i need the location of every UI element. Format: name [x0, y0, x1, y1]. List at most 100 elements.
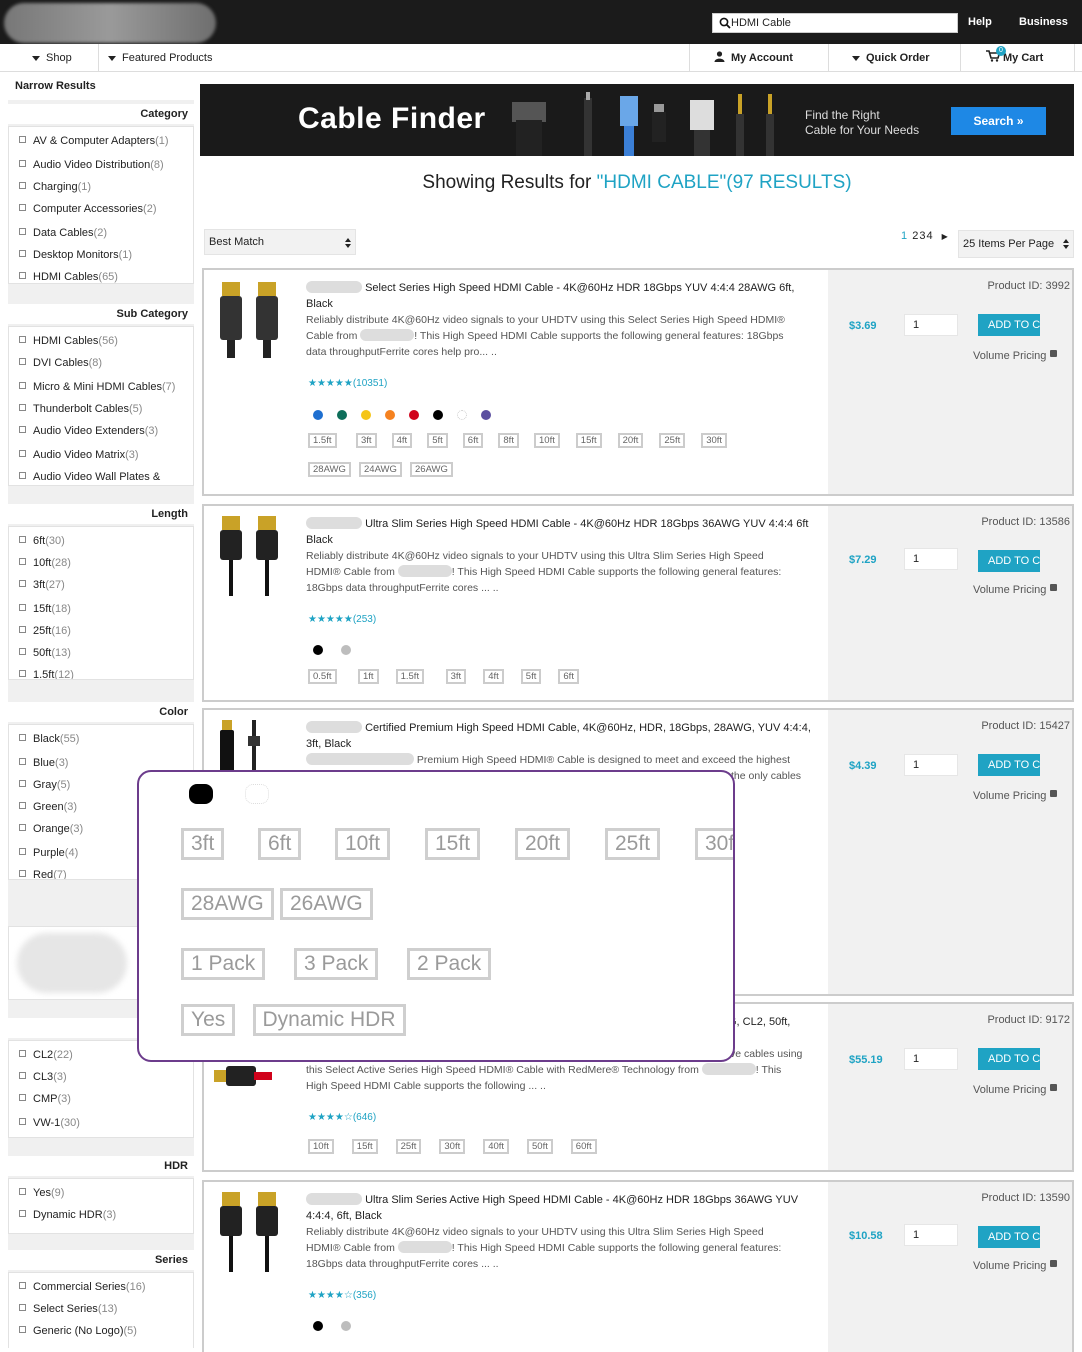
- checkbox[interactable]: [19, 824, 26, 831]
- business-link[interactable]: Business: [1019, 16, 1068, 28]
- size-option[interactable]: 30ft: [439, 1139, 466, 1154]
- checkbox[interactable]: [19, 734, 26, 741]
- pack-option[interactable]: 3 Pack: [294, 948, 379, 980]
- sort-select[interactable]: Best Match: [204, 229, 356, 255]
- checkbox[interactable]: [19, 758, 26, 765]
- rating-stars[interactable]: ★★★★★(253): [308, 614, 376, 625]
- length-option[interactable]: 15ft: [425, 828, 481, 860]
- size-option[interactable]: 25ft: [659, 433, 686, 448]
- gauge-option[interactable]: 26AWG: [280, 888, 373, 920]
- filter-item[interactable]: Black(55): [19, 733, 79, 745]
- size-option[interactable]: 0.5ft: [308, 669, 337, 684]
- next-page-icon[interactable]: ▶: [942, 232, 949, 241]
- product-image[interactable]: [218, 720, 284, 772]
- pack-option[interactable]: 2 Pack: [407, 948, 492, 980]
- brand-logo[interactable]: [17, 933, 127, 993]
- filter-item[interactable]: Desktop Monitors(1): [19, 249, 132, 261]
- filter-item[interactable]: HDMI Cables(65): [19, 271, 118, 283]
- size-option[interactable]: 4ft: [391, 433, 413, 448]
- add-to-cart-button[interactable]: ADD TO CART: [978, 314, 1040, 336]
- review-count[interactable]: (253): [353, 614, 376, 625]
- filter-item[interactable]: AV & Computer Adapters(1): [19, 135, 169, 147]
- checkbox[interactable]: [19, 404, 26, 411]
- color-swatch[interactable]: [313, 1321, 323, 1331]
- color-swatch[interactable]: [361, 410, 371, 420]
- checkbox[interactable]: [19, 272, 26, 279]
- checkbox[interactable]: [19, 648, 26, 655]
- quantity-input[interactable]: 1: [904, 548, 958, 570]
- checkbox[interactable]: [19, 670, 26, 677]
- filter-item[interactable]: Data Cables(2): [19, 227, 107, 239]
- filter-item[interactable]: VW-1(30): [19, 1117, 80, 1129]
- product-image[interactable]: [218, 282, 284, 358]
- length-option[interactable]: 20ft: [515, 828, 571, 860]
- product-image[interactable]: [218, 1192, 284, 1272]
- filter-item[interactable]: Audio Video Wall Plates &: [19, 471, 160, 483]
- filter-item[interactable]: Thunderbolt Cables(5): [19, 403, 142, 415]
- checkbox[interactable]: [19, 182, 26, 189]
- color-swatch[interactable]: [313, 410, 323, 420]
- my-account-link[interactable]: My Account: [714, 44, 793, 72]
- volume-pricing-link[interactable]: Volume Pricing: [973, 1260, 1058, 1272]
- help-link[interactable]: Help: [968, 16, 992, 28]
- size-option[interactable]: 50ft: [527, 1139, 553, 1154]
- hdr-option[interactable]: Dynamic HDR: [252, 1004, 406, 1036]
- filter-item[interactable]: 10ft(28): [19, 557, 71, 569]
- filter-item[interactable]: Green(3): [19, 801, 77, 813]
- checkbox[interactable]: [19, 1072, 26, 1079]
- review-count[interactable]: (10351): [353, 378, 387, 389]
- checkbox[interactable]: [19, 802, 26, 809]
- review-count[interactable]: (646): [353, 1112, 376, 1123]
- filter-item[interactable]: 25ft(16): [19, 625, 71, 637]
- size-option[interactable]: 40ft: [483, 1139, 510, 1154]
- color-swatch[interactable]: [313, 645, 323, 655]
- filter-item[interactable]: Purple(4): [19, 847, 78, 859]
- gauge-option[interactable]: 24AWG: [359, 462, 402, 477]
- product-title[interactable]: Certified Premium High Speed HDMI Cable,…: [306, 720, 818, 752]
- product-title[interactable]: Select Series High Speed HDMI Cable - 4K…: [306, 280, 818, 312]
- size-option[interactable]: 3ft: [445, 669, 467, 684]
- filter-item[interactable]: Computer Accessories(2): [19, 203, 157, 215]
- checkbox[interactable]: [19, 848, 26, 855]
- color-swatch[interactable]: [337, 410, 347, 420]
- checkbox[interactable]: [19, 160, 26, 167]
- checkbox[interactable]: [19, 358, 26, 365]
- featured-products-menu[interactable]: Featured Products: [108, 44, 213, 72]
- color-swatch[interactable]: [245, 784, 269, 804]
- add-to-cart-button[interactable]: ADD TO CART: [978, 754, 1040, 776]
- checkbox[interactable]: [19, 1282, 26, 1289]
- cable-finder-banner[interactable]: Cable Finder Find the Right Cable for You…: [200, 84, 1074, 156]
- checkbox[interactable]: [19, 870, 26, 877]
- add-to-cart-button[interactable]: ADD TO CART: [978, 1226, 1040, 1248]
- checkbox[interactable]: [19, 780, 26, 787]
- quick-order-menu[interactable]: Quick Order: [852, 44, 930, 72]
- length-option[interactable]: 6ft: [258, 828, 302, 860]
- search-input[interactable]: [731, 15, 951, 31]
- shop-menu[interactable]: Shop: [32, 44, 72, 72]
- filter-item[interactable]: Select Series(13): [19, 1303, 117, 1315]
- checkbox[interactable]: [19, 1188, 26, 1195]
- filter-item[interactable]: Audio Video Distribution(8): [19, 159, 164, 171]
- color-swatch[interactable]: [481, 410, 491, 420]
- page-link[interactable]: 4: [926, 230, 933, 242]
- filter-item[interactable]: Audio Video Matrix(3): [19, 449, 139, 461]
- color-swatch[interactable]: [341, 1321, 351, 1331]
- quantity-input[interactable]: 1: [904, 1224, 958, 1246]
- my-cart-link[interactable]: My Cart 0: [986, 44, 1043, 72]
- filter-item[interactable]: 3ft(27): [19, 579, 65, 591]
- product-image[interactable]: [214, 1060, 272, 1090]
- color-swatch[interactable]: [433, 410, 443, 420]
- filter-item[interactable]: Commercial Series(16): [19, 1281, 145, 1293]
- checkbox[interactable]: [19, 228, 26, 235]
- size-option[interactable]: 6ft: [558, 669, 579, 684]
- size-option[interactable]: 20ft: [617, 433, 644, 448]
- length-option[interactable]: 10ft: [335, 828, 391, 860]
- review-count[interactable]: (356): [353, 1290, 376, 1301]
- size-option[interactable]: 15ft: [575, 433, 602, 448]
- filter-item[interactable]: 15ft(18): [19, 603, 71, 615]
- product-image[interactable]: [218, 516, 284, 596]
- checkbox[interactable]: [19, 580, 26, 587]
- color-swatch[interactable]: [457, 410, 467, 420]
- size-option[interactable]: 4ft: [483, 669, 504, 684]
- filter-item[interactable]: 6ft(30): [19, 535, 65, 547]
